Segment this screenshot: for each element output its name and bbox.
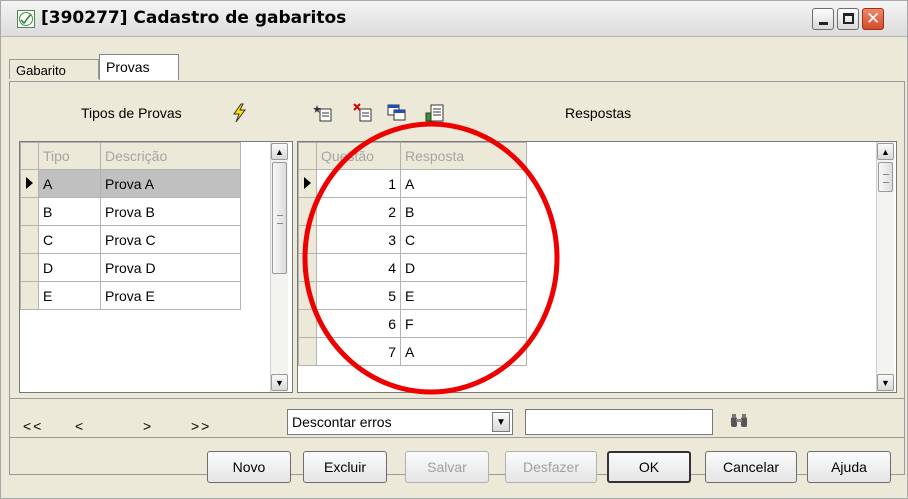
chevron-down-icon[interactable]: ▼ [492, 412, 510, 432]
binoculars-icon[interactable] [729, 411, 749, 431]
last-record-button[interactable]: >> [191, 418, 211, 434]
tab-provas[interactable]: Provas [99, 54, 179, 80]
left-grid-scrollbar[interactable]: ▲ ▼ [270, 142, 288, 392]
next-record-button[interactable]: > [143, 418, 153, 434]
close-icon: ✕ [866, 9, 881, 29]
scroll-up-icon[interactable]: ▲ [877, 143, 894, 160]
cell-descricao[interactable]: Prova A [100, 169, 241, 198]
ajuda-button[interactable]: Ajuda [807, 451, 891, 483]
cell-tipo[interactable]: A [38, 169, 101, 198]
main-window: [390277] Cadastro de gabaritos ✕ Gabarit… [0, 0, 908, 499]
cell-tipo[interactable]: C [38, 225, 101, 254]
scroll-down-icon[interactable]: ▼ [877, 374, 894, 391]
filter-selected-value: Descontar erros [292, 414, 392, 430]
ok-button[interactable]: OK [607, 451, 691, 483]
minimize-icon [819, 22, 828, 25]
maximize-icon [843, 13, 854, 24]
cell-tipo[interactable]: E [38, 281, 101, 310]
cell-tipo[interactable]: D [38, 253, 101, 282]
cell-descricao[interactable]: Prova E [100, 281, 241, 310]
table-row[interactable]: E Prova E [20, 281, 241, 310]
cell-tipo[interactable]: B [38, 197, 101, 226]
table-row[interactable]: D Prova D [20, 253, 241, 282]
column-header-tipo[interactable]: Tipo [38, 142, 101, 170]
cancelar-button[interactable]: Cancelar [705, 451, 797, 483]
row-indicator-header [20, 142, 39, 170]
current-row-indicator-icon [20, 169, 39, 198]
first-record-button[interactable]: << [23, 418, 43, 434]
scroll-down-icon[interactable]: ▼ [271, 374, 288, 391]
tipos-de-provas-grid: Tipo Descrição A Prova A B Prova B C Pro… [19, 141, 293, 393]
row-indicator [20, 281, 39, 310]
table-row[interactable]: A Prova A [20, 169, 241, 198]
table-row[interactable]: C Prova C [20, 225, 241, 254]
desfazer-button[interactable]: Desfazer [505, 451, 597, 483]
novo-button[interactable]: Novo [207, 451, 291, 483]
row-indicator [20, 197, 39, 226]
red-circle-annotation [302, 121, 560, 395]
lightning-icon[interactable] [229, 103, 249, 123]
respostas-heading: Respostas [565, 105, 632, 121]
excluir-button[interactable]: Excluir [303, 451, 387, 483]
salvar-button[interactable]: Salvar [405, 451, 489, 483]
filter-select[interactable]: Descontar erros ▼ [287, 409, 513, 435]
title-bar[interactable]: [390277] Cadastro de gabaritos ✕ [1, 1, 907, 37]
row-indicator [20, 225, 39, 254]
search-input[interactable] [525, 409, 713, 435]
minimize-button[interactable] [812, 8, 834, 30]
cell-descricao[interactable]: Prova D [100, 253, 241, 282]
scroll-thumb[interactable] [878, 162, 893, 192]
cell-descricao[interactable]: Prova B [100, 197, 241, 226]
right-grid-scrollbar[interactable]: ▲ ▼ [876, 142, 894, 392]
table-row[interactable]: B Prova B [20, 197, 241, 226]
window-title: [390277] Cadastro de gabaritos [41, 8, 347, 28]
tipos-table: Tipo Descrição A Prova A B Prova B C Pro… [20, 142, 241, 310]
scroll-thumb[interactable] [272, 162, 287, 274]
column-header-descricao[interactable]: Descrição [100, 142, 241, 170]
maximize-button[interactable] [837, 8, 859, 30]
tab-gabarito[interactable]: Gabarito [9, 59, 99, 79]
previous-record-button[interactable]: < [75, 418, 85, 434]
tipos-de-provas-heading: Tipos de Provas [81, 105, 182, 121]
checkmark-app-icon[interactable] [17, 10, 35, 28]
close-button[interactable]: ✕ [862, 8, 884, 30]
cell-descricao[interactable]: Prova C [100, 225, 241, 254]
row-indicator [20, 253, 39, 282]
scroll-up-icon[interactable]: ▲ [271, 143, 288, 160]
